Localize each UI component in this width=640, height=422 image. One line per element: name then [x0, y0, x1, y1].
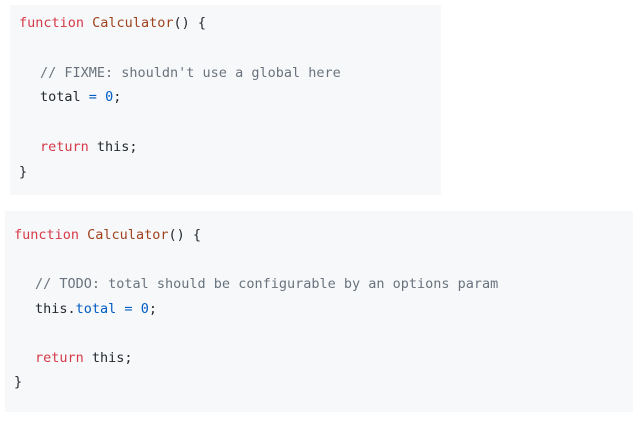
code-block-todo: function Calculator() { // TODO: total s… [5, 211, 633, 412]
code-line: function Calculator() { [19, 11, 441, 36]
code-line: total = 0; [19, 85, 441, 110]
code-line: return this; [14, 346, 633, 371]
code-block-fixme: function Calculator() { // FIXME: should… [10, 5, 441, 195]
code-line: } [19, 160, 441, 185]
code-line: // TODO: total should be configurable by… [14, 272, 633, 297]
punctuation: () { [168, 227, 201, 243]
this-keyword: this. [35, 300, 76, 317]
code-line: this.total = 0; [14, 297, 633, 322]
code-line: } [14, 370, 633, 395]
keyword-return: return [40, 138, 89, 155]
code-line: // FIXME: shouldn't use a global here [19, 61, 441, 86]
keyword-return: return [35, 349, 84, 366]
operator: = [88, 89, 97, 106]
return-value: this; [91, 349, 133, 366]
operator: = [124, 300, 133, 317]
code-comment: // FIXME: shouldn't use a global here [40, 64, 341, 81]
property-name: total [75, 300, 117, 317]
function-name: Calculator [87, 227, 169, 243]
closing-brace: } [14, 374, 23, 390]
punctuation: ; [148, 300, 157, 317]
punctuation: ; [113, 89, 122, 106]
identifier: total [40, 89, 81, 106]
number-literal: 0 [105, 89, 114, 106]
keyword-function: function [19, 15, 85, 31]
function-name: Calculator [92, 15, 174, 31]
return-value: this; [96, 138, 138, 155]
code-line: function Calculator() { [14, 223, 633, 248]
keyword-function: function [14, 227, 80, 243]
code-line: return this; [19, 135, 441, 160]
closing-brace: } [19, 163, 28, 180]
punctuation: () { [173, 15, 206, 31]
number-literal: 0 [140, 300, 149, 317]
code-comment: // TODO: total should be configurable by… [35, 276, 499, 292]
